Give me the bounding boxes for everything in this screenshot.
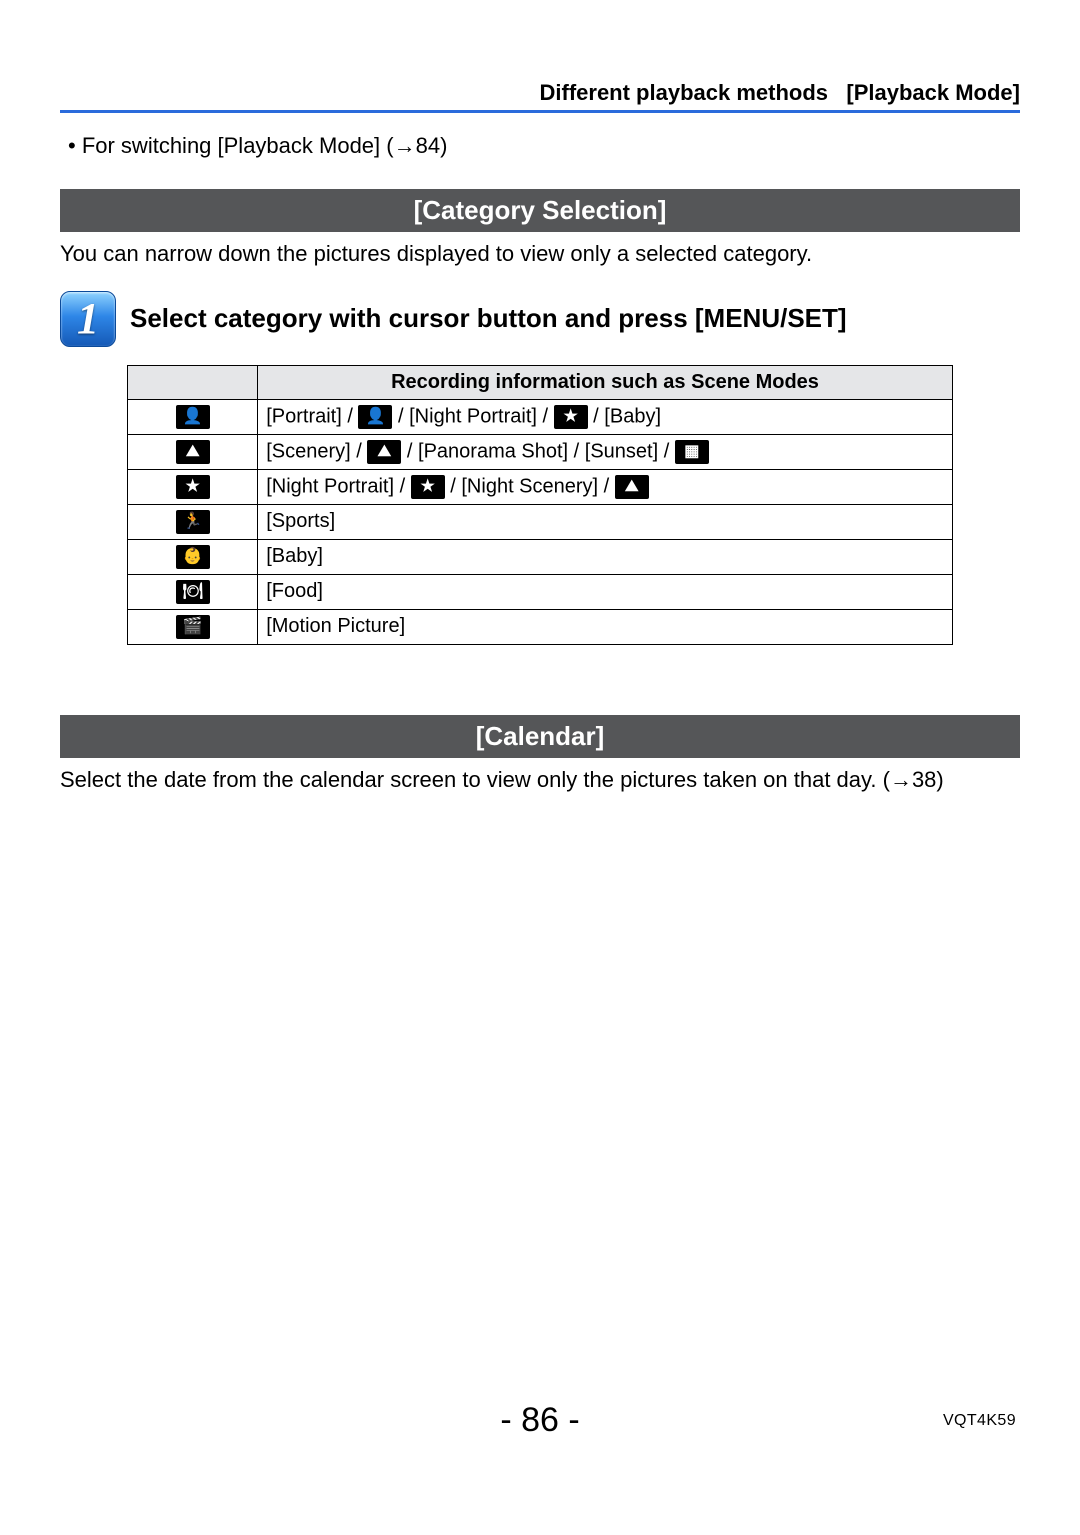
- category-text: [Scenery] /: [266, 440, 367, 462]
- category-selection-desc: You can narrow down the pictures display…: [60, 240, 1020, 269]
- motion-picture-icon: 🎬: [176, 615, 210, 639]
- category-text-cell: [Baby]: [258, 539, 953, 574]
- section-bar-category-selection: [Category Selection]: [60, 189, 1020, 232]
- calendar-desc: Select the date from the calendar screen…: [60, 766, 1020, 795]
- switch-playback-note: • For switching [Playback Mode] (→84): [68, 133, 1020, 159]
- table-row: 🎬 [Motion Picture]: [128, 609, 953, 644]
- step-1-row: 1 Select category with cursor button and…: [60, 291, 1020, 347]
- doc-id: VQT4K59: [943, 1412, 1016, 1430]
- night-portrait-icon: ★: [176, 475, 210, 499]
- table-header-text: Recording information such as Scene Mode…: [258, 365, 953, 399]
- night-portrait-inline-icon: ★: [411, 475, 445, 499]
- scenery-inline-icon: ⛰: [367, 440, 401, 464]
- category-icon-cell: 👶: [128, 539, 258, 574]
- portrait-icon: 👤: [176, 405, 210, 429]
- category-text-cell: [Sports]: [258, 504, 953, 539]
- star-portrait-icon: ★: [554, 405, 588, 429]
- category-icon-cell: 👤: [128, 399, 258, 434]
- section-bar-calendar: [Calendar]: [60, 715, 1020, 758]
- scenery-icon: ⛰: [176, 440, 210, 464]
- category-text: [Night Portrait] /: [266, 475, 411, 497]
- category-text: / [Night Portrait] /: [392, 405, 553, 427]
- category-icon-cell: 🍽: [128, 574, 258, 609]
- sports-icon: 🏃: [176, 510, 210, 534]
- food-icon: 🍽: [176, 580, 210, 604]
- category-text: [Baby]: [266, 545, 323, 567]
- table-row: 🏃 [Sports]: [128, 504, 953, 539]
- header-rule: [60, 110, 1020, 113]
- category-text-cell: [Night Portrait] / ★ / [Night Scenery] /…: [258, 469, 953, 504]
- table-row: ⛰[Scenery] / ⛰ / [Panorama Shot] / [Suns…: [128, 434, 953, 469]
- step-1-badge-icon: 1: [60, 291, 116, 347]
- category-icon-cell: 🎬: [128, 609, 258, 644]
- table-row: 👶 [Baby]: [128, 539, 953, 574]
- category-text-cell: [Food]: [258, 574, 953, 609]
- category-text: / [Baby]: [588, 405, 661, 427]
- category-text: [Sports]: [266, 510, 335, 532]
- category-text: [Food]: [266, 580, 323, 602]
- table-row: 🍽 [Food]: [128, 574, 953, 609]
- night-scenery-icon: ⛰: [615, 475, 649, 499]
- page-header: Different playback methods [Playback Mod…: [60, 80, 1020, 106]
- table-row: ★[Night Portrait] / ★ / [Night Scenery] …: [128, 469, 953, 504]
- category-text: / [Night Scenery] /: [445, 475, 615, 497]
- category-text: [Motion Picture]: [266, 615, 405, 637]
- category-icon-cell: ★: [128, 469, 258, 504]
- table-header-icon-col: [128, 365, 258, 399]
- category-text-cell: [Portrait] / 👤 / [Night Portrait] / ★ / …: [258, 399, 953, 434]
- category-text-cell: [Scenery] / ⛰ / [Panorama Shot] / [Sunse…: [258, 434, 953, 469]
- category-text: [Portrait] /: [266, 405, 358, 427]
- category-table: Recording information such as Scene Mode…: [127, 365, 953, 645]
- portrait-glow-icon: 👤: [358, 405, 392, 429]
- category-text-cell: [Motion Picture]: [258, 609, 953, 644]
- step-1-title: Select category with cursor button and p…: [130, 303, 847, 334]
- table-row: 👤[Portrait] / 👤 / [Night Portrait] / ★ /…: [128, 399, 953, 434]
- header-right: [Playback Mode]: [846, 80, 1020, 105]
- category-icon-cell: 🏃: [128, 504, 258, 539]
- baby-icon: 👶: [176, 545, 210, 569]
- category-text: / [Panorama Shot] / [Sunset] /: [401, 440, 674, 462]
- glass-icon: ▦: [675, 440, 709, 464]
- category-icon-cell: ⛰: [128, 434, 258, 469]
- header-left: Different playback methods: [540, 80, 829, 105]
- page-number: - 86 -: [0, 1401, 1080, 1440]
